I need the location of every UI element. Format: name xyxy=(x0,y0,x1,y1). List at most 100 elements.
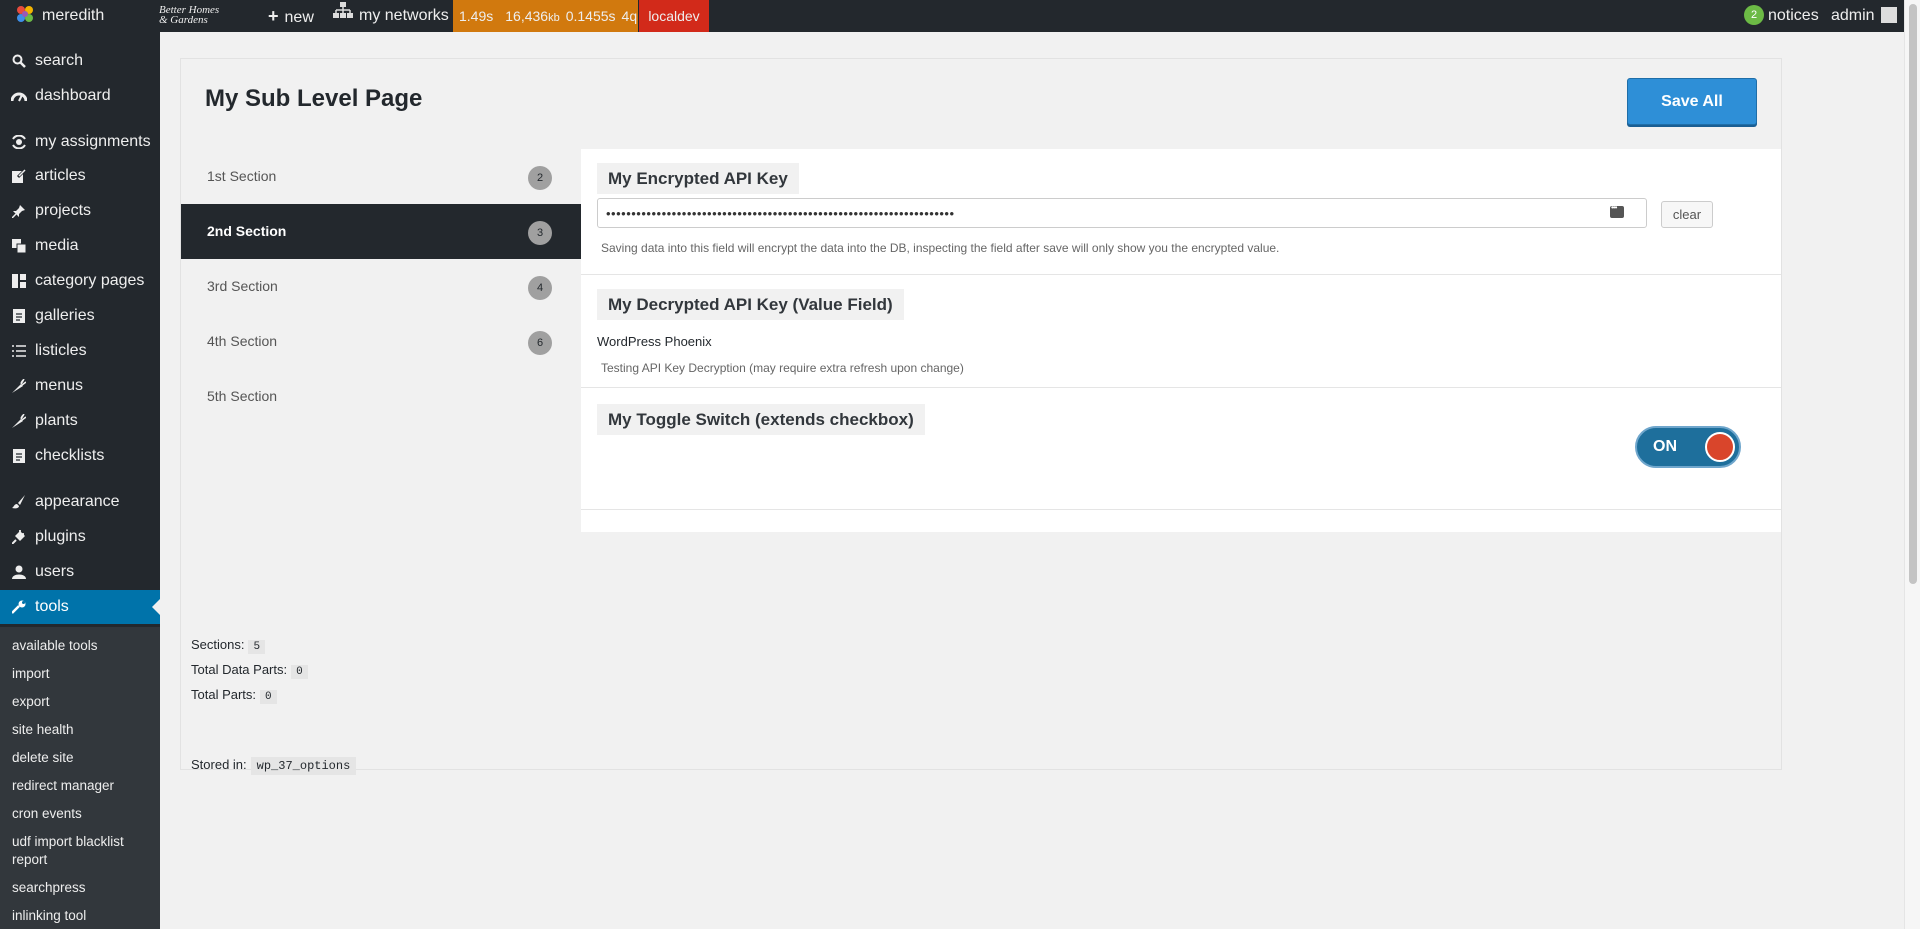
list-icon xyxy=(11,334,27,368)
tab-count-badge: 6 xyxy=(528,331,552,355)
my-networks-menu[interactable]: my networks xyxy=(333,0,449,32)
pin-icon xyxy=(11,194,27,228)
field-description: Testing API Key Decryption (may require … xyxy=(601,361,964,375)
environment-badge[interactable]: localdev xyxy=(639,0,709,32)
env-label: localdev xyxy=(648,8,700,24)
submenu-item-available-tools[interactable]: available tools xyxy=(12,637,154,655)
sidebar-item-label: dashboard xyxy=(35,87,111,104)
document-icon xyxy=(11,299,27,333)
avatar xyxy=(1880,6,1897,23)
networks-icon xyxy=(333,0,353,30)
sidebar-item-media[interactable]: media xyxy=(0,229,160,263)
sidebar-item-label: search xyxy=(35,52,84,69)
tab-count-badge: 2 xyxy=(528,166,552,190)
sidebar-item-articles[interactable]: articles xyxy=(0,159,160,193)
user-label: admin xyxy=(1831,7,1875,24)
sidebar-item-label: category pages xyxy=(35,272,145,289)
tab-3rd-section[interactable]: 3rd Section 4 xyxy=(181,259,581,314)
new-label: new xyxy=(284,9,314,26)
toggle-state-label: ON xyxy=(1653,438,1677,455)
tab-label: 2nd Section xyxy=(207,223,287,239)
brand-name: Better Homes & Gardens xyxy=(159,4,220,26)
clear-button[interactable]: clear xyxy=(1661,201,1713,228)
user-menu[interactable]: admin xyxy=(1831,0,1897,32)
tab-2nd-section[interactable]: 2nd Section 3 xyxy=(181,204,581,259)
new-content-menu[interactable]: + new xyxy=(268,0,314,32)
sidebar-item-label: users xyxy=(35,563,75,580)
tab-count-badge: 3 xyxy=(528,221,552,245)
stat-stored-in: Stored in: wp_37_options xyxy=(191,757,357,775)
stat-value: 0 xyxy=(260,690,277,704)
brand-logo[interactable]: Better Homes & Gardens xyxy=(159,0,229,32)
carrot-icon xyxy=(11,404,27,438)
tab-5th-section[interactable]: 5th Section xyxy=(181,369,581,424)
sidebar-item-users[interactable]: users xyxy=(0,555,160,589)
assignments-icon xyxy=(11,125,27,159)
submenu-item-export[interactable]: export xyxy=(12,693,154,711)
sidebar-item-galleries[interactable]: galleries xyxy=(0,299,160,333)
sidebar-item-tools[interactable]: tools xyxy=(0,590,160,624)
sidebar-item-plants[interactable]: plants xyxy=(0,404,160,438)
stat-sections: Sections: 5 xyxy=(191,637,266,654)
sidebar-item-my-assignments[interactable]: my assignments xyxy=(0,125,160,159)
sidebar-item-plugins[interactable]: plugins xyxy=(0,520,160,554)
dashboard-icon xyxy=(11,79,27,113)
submenu-item-udf-import-blacklist-report[interactable]: udf import blacklist report xyxy=(12,833,154,869)
tab-1st-section[interactable]: 1st Section 2 xyxy=(181,149,581,204)
toggle-switch[interactable]: ON xyxy=(1635,426,1741,468)
wrench-icon xyxy=(11,590,27,624)
networks-label: my networks xyxy=(359,7,449,25)
plug-icon xyxy=(11,520,27,554)
sidebar-item-label: listicles xyxy=(35,342,87,359)
sidebar-item-menus[interactable]: menus xyxy=(0,369,160,403)
perf-queries: 4q xyxy=(621,8,638,24)
edit-icon xyxy=(11,159,27,193)
stat-label: Total Parts: xyxy=(191,687,257,702)
notices-label: notices xyxy=(1768,7,1819,24)
submenu-item-delete-site[interactable]: delete site xyxy=(12,749,154,767)
page-title: My Sub Level Page xyxy=(205,85,423,112)
submenu-item-inlinking-tool[interactable]: inlinking tool xyxy=(12,907,154,925)
field-label: My Decrypted API Key (Value Field) xyxy=(597,289,904,320)
sidebar-item-label: projects xyxy=(35,202,92,219)
submenu-item-site-health[interactable]: site health xyxy=(12,721,154,739)
password-manager-icon[interactable] xyxy=(1610,203,1624,218)
carrot-icon xyxy=(11,369,27,403)
sidebar-item-projects[interactable]: projects xyxy=(0,194,160,228)
tab-label: 5th Section xyxy=(207,388,278,404)
submenu-item-cron-events[interactable]: cron events xyxy=(12,805,154,823)
page-scrollbar[interactable] xyxy=(1904,0,1920,929)
sidebar-item-label: checklists xyxy=(35,447,105,464)
notices-count-badge: 2 xyxy=(1744,4,1764,25)
sidebar-item-label: galleries xyxy=(35,307,95,324)
stored-in-value: wp_37_options xyxy=(250,757,357,775)
sidebar-item-appearance[interactable]: appearance xyxy=(0,485,160,519)
query-monitor[interactable]: 1.49s 16,436kb 0.1455s 4q xyxy=(453,0,638,32)
tab-label: 1st Section xyxy=(207,168,277,184)
encrypted-api-key-input[interactable] xyxy=(597,198,1647,228)
plus-icon: + xyxy=(268,6,279,26)
submenu-item-searchpress[interactable]: searchpress xyxy=(12,879,154,897)
user-icon xyxy=(11,555,27,589)
submenu-item-import[interactable]: import xyxy=(12,665,154,683)
stat-value: 5 xyxy=(248,640,266,654)
sidebar-item-listicles[interactable]: listicles xyxy=(0,334,160,368)
admin-bar: meredith Better Homes & Gardens + new my … xyxy=(0,0,1904,32)
save-all-button[interactable]: Save All xyxy=(1627,78,1757,125)
submenu-item-redirect-manager[interactable]: redirect manager xyxy=(12,777,154,795)
sidebar-item-checklists[interactable]: checklists xyxy=(0,439,160,473)
perf-memory-value: 16,436 xyxy=(505,8,549,24)
site-menu[interactable]: meredith xyxy=(14,0,104,32)
media-icon xyxy=(11,229,27,263)
tab-label: 3rd Section xyxy=(207,278,278,294)
meredith-logo-icon xyxy=(14,3,36,25)
sidebar-item-dashboard[interactable]: dashboard xyxy=(0,79,160,113)
sidebar-item-search[interactable]: search xyxy=(0,44,160,78)
admin-sidebar: search dashboard my assignments articles… xyxy=(0,32,160,929)
scrollbar-thumb[interactable] xyxy=(1909,4,1917,584)
notices-menu[interactable]: 2 notices xyxy=(1744,0,1819,32)
tab-4th-section[interactable]: 4th Section 6 xyxy=(181,314,581,369)
sidebar-item-category-pages[interactable]: category pages xyxy=(0,264,160,298)
document-icon xyxy=(11,439,27,473)
sidebar-item-label: articles xyxy=(35,167,86,184)
